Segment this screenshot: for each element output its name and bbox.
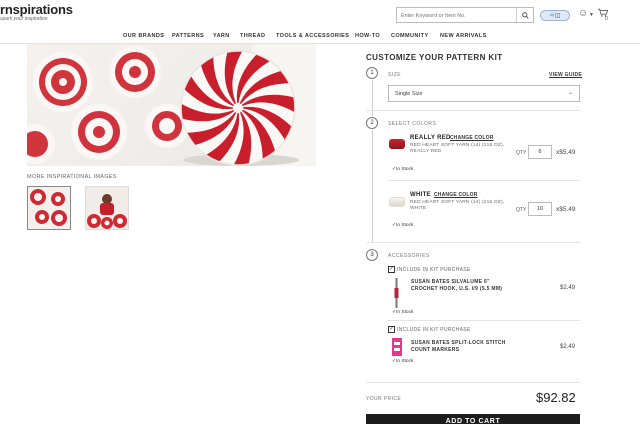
site-header: rnspirations spark your inspiration ♾◫ ☺… xyxy=(0,0,640,28)
step-2-indicator: 2 xyxy=(366,117,378,129)
colors-label: SELECT COLORS xyxy=(388,121,437,127)
search-icon xyxy=(521,11,529,19)
thumbnail-1[interactable] xyxy=(27,186,71,230)
chevron-down-icon: ⌄ xyxy=(567,90,573,96)
include-in-kit-label: INCLUDE IN KIT PURCHASE xyxy=(397,267,471,273)
stitch-markers-image xyxy=(392,338,402,356)
more-images-label: MORE INSPIRATIONAL IMAGES xyxy=(27,174,117,180)
stock-status: ✓In Stock xyxy=(392,223,413,228)
size-select[interactable]: Single Size ⌄ xyxy=(388,85,580,102)
search-bar xyxy=(396,7,534,23)
stock-status: ✓In Stock xyxy=(392,167,413,172)
stock-status: ✓In Stock xyxy=(392,310,413,315)
qty-input[interactable]: 10 xyxy=(528,202,552,216)
stock-status-text: In Stock xyxy=(396,223,414,228)
site-logo[interactable]: rnspirations xyxy=(0,2,73,17)
size-label: SIZE xyxy=(388,72,402,78)
include-in-kit-label: INCLUDE IN KIT PURCHASE xyxy=(397,327,471,333)
yarn-name: REALLY RED xyxy=(410,135,451,141)
stock-status: ✓In Stock xyxy=(392,359,413,364)
include-checkbox[interactable]: ✓ xyxy=(388,266,395,273)
search-button[interactable] xyxy=(516,8,533,22)
your-price: $92.82 xyxy=(536,390,576,405)
search-input[interactable] xyxy=(401,10,511,21)
nav-thread[interactable]: THREAD xyxy=(240,33,265,39)
view-guide-link[interactable]: VIEW GUIDE xyxy=(549,72,582,78)
product-hero-image xyxy=(27,44,316,166)
nav-yarn[interactable]: YARN xyxy=(213,33,230,39)
thumbnail-2[interactable] xyxy=(85,186,129,230)
yarn-name: WHITE xyxy=(410,192,431,198)
your-price-label: YOUR PRICE xyxy=(366,396,402,402)
accessibility-toggle[interactable]: ♾◫ xyxy=(540,10,570,21)
accessory-price: $2.49 xyxy=(560,344,576,350)
crochet-hook-image xyxy=(392,278,401,308)
section-divider xyxy=(366,110,580,111)
yarn-price: x$5.49 xyxy=(556,206,576,213)
change-color-link[interactable]: CHANGE COLOR xyxy=(450,135,494,141)
qty-label: QTY xyxy=(516,150,527,156)
qty-label: QTY xyxy=(516,207,527,213)
stock-status-text: In Stock xyxy=(396,167,414,172)
nav-our-brands[interactable]: OUR BRANDS xyxy=(123,33,164,39)
nav-community[interactable]: COMMUNITY xyxy=(391,33,429,39)
accessory-name: SUSAN BATES SPLIT-LOCK STITCH COUNT MARK… xyxy=(411,340,506,353)
accessory-price: $2.49 xyxy=(560,285,576,291)
nav-tools-accessories[interactable]: TOOLS & ACCESSORIES xyxy=(276,33,349,39)
accessibility-icon: ♾◫ xyxy=(549,13,561,19)
item-divider xyxy=(388,180,580,181)
yarn-swatch-white xyxy=(389,197,405,207)
stock-status-text: In Stock xyxy=(396,359,414,364)
site-tagline: spark your inspiration xyxy=(0,16,48,22)
main-nav: OUR BRANDS PATTERNS YARN THREAD TOOLS & … xyxy=(0,29,640,44)
kit-title: CUSTOMIZE YOUR PATTERN KIT xyxy=(366,53,503,62)
yarn-description: RED HEART SOFT YARN (14) (215 OZ), WHITE xyxy=(410,200,505,211)
account-icon[interactable]: ☺ xyxy=(578,8,588,19)
step-connector xyxy=(372,130,373,242)
step-3-indicator: 3 xyxy=(366,249,378,261)
accessories-label: ACCESSORIES xyxy=(388,253,430,259)
add-to-cart-button[interactable]: ADD TO CART xyxy=(366,414,580,424)
qty-input[interactable]: 6 xyxy=(528,145,552,159)
cart-count: 0 xyxy=(605,16,608,22)
nav-new-arrivals[interactable]: NEW ARRIVALS xyxy=(440,33,487,39)
section-divider xyxy=(366,242,580,243)
change-color-link[interactable]: CHANGE COLOR xyxy=(434,192,478,198)
stock-status-text: In Stock xyxy=(396,310,414,315)
size-select-value: Single Size xyxy=(395,91,423,97)
yarn-swatch-red xyxy=(389,139,405,149)
yarn-price: x$5.49 xyxy=(556,149,576,156)
section-divider xyxy=(366,382,580,383)
yarn-description: RED HEART SOFT YARN (14) (215 OZ), REALL… xyxy=(410,143,505,154)
nav-patterns[interactable]: PATTERNS xyxy=(172,33,204,39)
chevron-down-icon[interactable]: ▼ xyxy=(589,12,594,18)
include-checkbox[interactable]: ✓ xyxy=(388,326,395,333)
step-1-indicator: 1 xyxy=(366,67,378,79)
item-divider xyxy=(388,320,580,321)
nav-how-to[interactable]: HOW-TO xyxy=(355,33,380,39)
accessory-name: SUSAN BATES SILVALUME 6" CROCHET HOOK, U… xyxy=(411,279,503,292)
